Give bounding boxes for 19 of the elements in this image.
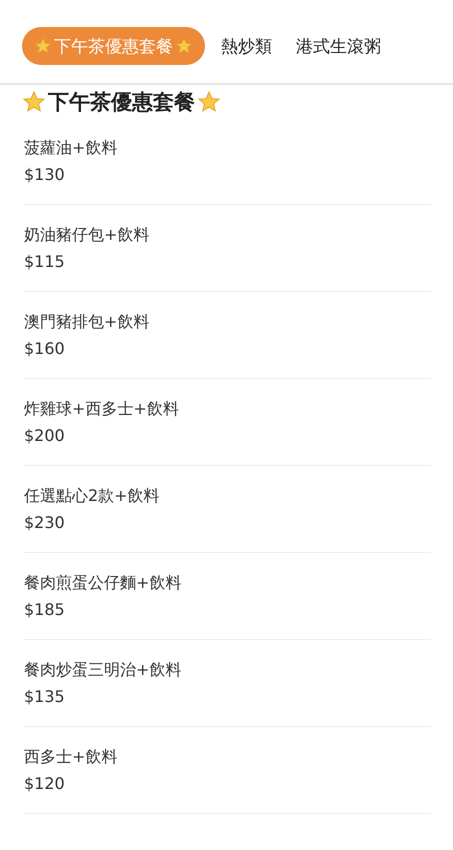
item-name: 炸雞球+西多士+飲料 [24, 399, 180, 419]
category-tab[interactable]: 港式生滾粥 [288, 27, 389, 65]
item-price: $185 [24, 600, 66, 620]
item-name: 奶油豬仔包+飲料 [24, 225, 150, 245]
item-name: 餐肉炒蛋三明治+飲料 [24, 660, 182, 680]
item-name: 西多士+飲料 [24, 747, 118, 767]
item-name: 澳門豬排包+飲料 [24, 312, 150, 332]
section-title: 下午茶優惠套餐 [48, 89, 195, 116]
item-name: 餐肉煎蛋公仔麵+飲料 [24, 573, 182, 593]
item-name: 任選點心2款+飲料 [24, 486, 161, 506]
item-price: $120 [24, 774, 66, 794]
item-price: $160 [24, 339, 66, 359]
item-price: $115 [24, 252, 66, 272]
item-price: $135 [24, 687, 66, 707]
item-price: $200 [24, 426, 66, 446]
item-price: $130 [24, 165, 66, 185]
category-tab[interactable]: 熱炒類 [213, 27, 280, 65]
item-name: 菠蘿油+飲料 [24, 138, 118, 158]
item-price: $230 [24, 513, 66, 533]
